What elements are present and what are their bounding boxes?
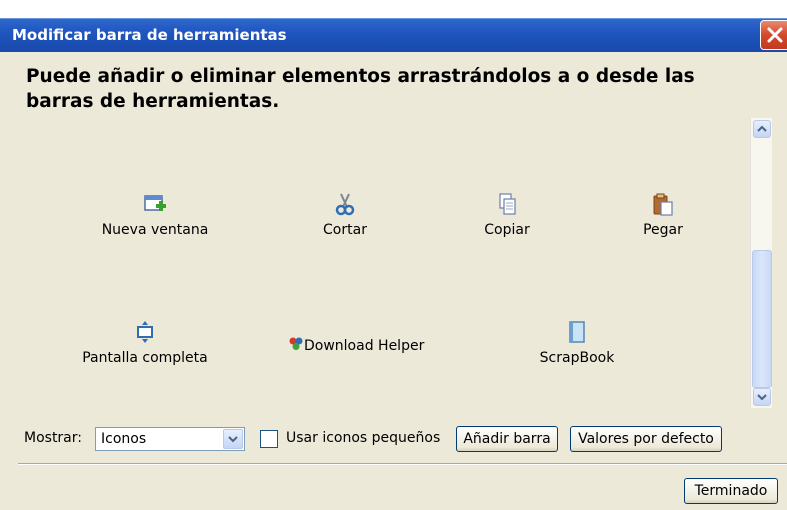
- customize-toolbar-dialog: Modificar barra de herramientas Puede añ…: [0, 0, 787, 510]
- palette-item-label: Copiar: [484, 222, 530, 238]
- close-icon: [767, 27, 783, 43]
- chevron-down-icon: [228, 436, 238, 443]
- paste-icon: [653, 193, 673, 216]
- palette-scrollbar[interactable]: [750, 118, 772, 408]
- palette-item-label: Pegar: [643, 222, 683, 238]
- new-window-icon: [144, 195, 166, 211]
- palette-item-new-window[interactable]: Nueva ventana: [70, 192, 240, 238]
- palette-item-scrapbook[interactable]: ScrapBook: [492, 320, 662, 366]
- done-button[interactable]: Terminado: [684, 478, 778, 504]
- palette-item-download-helper[interactable]: Download Helper: [288, 336, 458, 354]
- chevron-down-icon: [757, 394, 767, 401]
- show-select-value: Iconos: [101, 431, 147, 447]
- palette-item-label: Cortar: [323, 222, 367, 238]
- title-bar[interactable]: Modificar barra de herramientas: [0, 18, 787, 52]
- small-icons-checkbox[interactable]: [260, 430, 278, 448]
- fullscreen-icon: [137, 321, 153, 343]
- toolbar-palette: Nueva ventana Cortar Copiar Pegar Pantal…: [0, 118, 750, 408]
- show-select[interactable]: Iconos: [95, 427, 245, 451]
- palette-item-fullscreen[interactable]: Pantalla completa: [60, 320, 230, 366]
- separator: [18, 463, 787, 465]
- palette-item-label: Nueva ventana: [101, 222, 209, 238]
- show-label: Mostrar:: [24, 430, 82, 446]
- chevron-up-icon: [757, 125, 767, 132]
- palette-item-copy[interactable]: Copiar: [422, 192, 592, 238]
- palette-item-label: ScrapBook: [539, 350, 615, 366]
- top-strip: [0, 0, 787, 18]
- restore-defaults-button[interactable]: Valores por defecto: [570, 426, 722, 452]
- palette-item-label: Download Helper: [304, 338, 425, 354]
- scroll-thumb[interactable]: [752, 250, 772, 388]
- palette-item-label: Pantalla completa: [82, 350, 208, 366]
- copy-icon: [499, 193, 516, 215]
- palette-item-cut[interactable]: Cortar: [260, 192, 430, 238]
- instruction-text: Puede añadir o eliminar elementos arrast…: [26, 66, 695, 112]
- scrapbook-icon: [569, 321, 585, 343]
- palette-item-paste[interactable]: Pegar: [578, 192, 748, 238]
- download-helper-icon: [289, 337, 303, 350]
- select-arrow-button[interactable]: [223, 429, 243, 449]
- close-button[interactable]: [760, 20, 787, 50]
- window-title: Modificar barra de herramientas: [12, 26, 287, 44]
- scroll-down-button[interactable]: [753, 388, 771, 406]
- add-bar-button[interactable]: Añadir barra: [456, 426, 558, 452]
- small-icons-label: Usar iconos pequeños: [286, 430, 441, 446]
- scissors-icon: [335, 193, 355, 216]
- scroll-up-button[interactable]: [753, 120, 771, 138]
